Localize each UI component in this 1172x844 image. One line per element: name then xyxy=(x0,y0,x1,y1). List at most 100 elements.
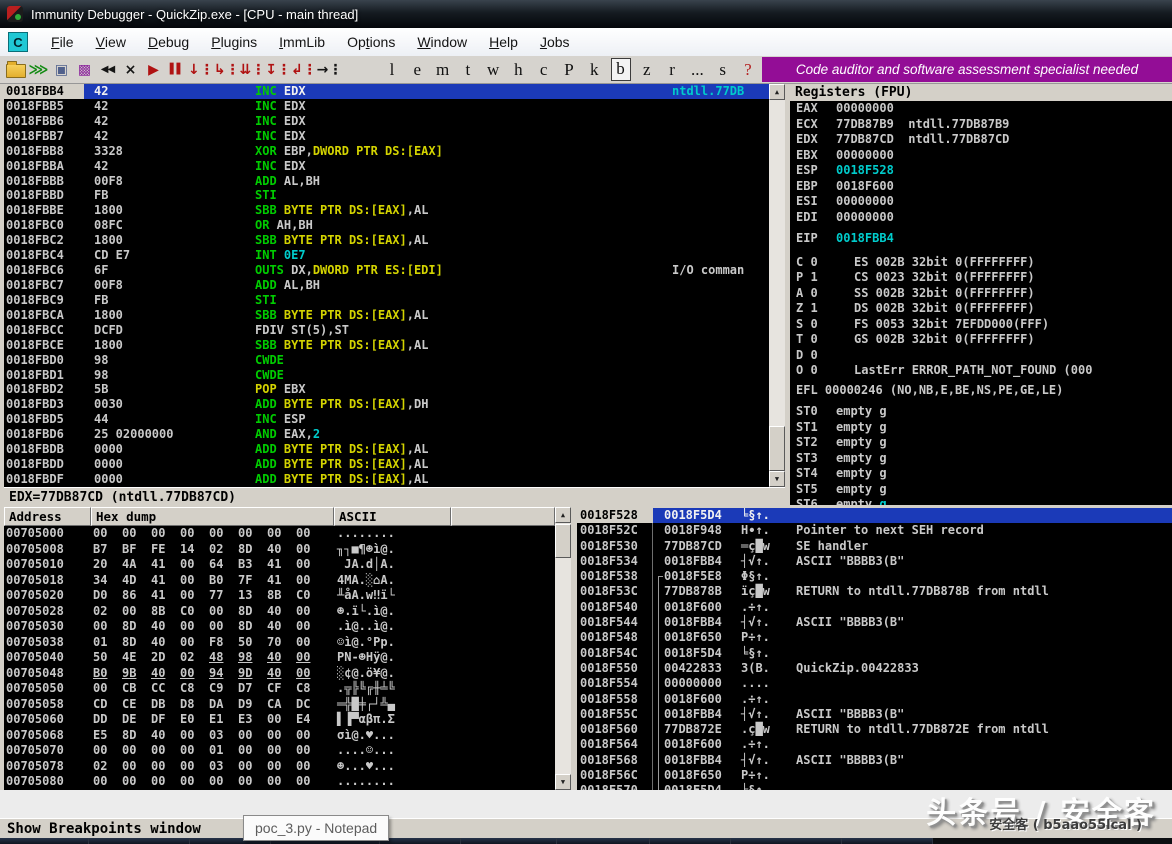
stack-row[interactable]: 0018F5440018FBB4┤√↑.ASCII "BBBB3(B" xyxy=(577,615,1172,630)
disasm-row[interactable]: 0018FBBE1800SBB BYTE PTR DS:[EAX],AL xyxy=(4,203,769,218)
fpu-row[interactable]: ST6empty g xyxy=(790,497,1172,505)
stack-row[interactable]: 0018F5280018F5D4╘§↑. xyxy=(577,508,1172,523)
efl-row[interactable]: EFL 00000246 (NO,NB,E,BE,NS,PE,GE,LE) xyxy=(790,383,1172,399)
stack-row[interactable]: 0018F52C0018F948H∙↑.Pointer to next SEH … xyxy=(577,523,1172,538)
ad-banner[interactable]: Code auditor and software assessment spe… xyxy=(762,57,1172,82)
disasm-row[interactable]: 0018FBC9FBSTI xyxy=(4,293,769,308)
stack-row[interactable]: 0018F55400000000.... xyxy=(577,676,1172,691)
fpu-row[interactable]: ST2empty g xyxy=(790,435,1172,451)
hex-row[interactable]: 007050700000000001000000....☺... xyxy=(4,743,555,759)
animate-into-button[interactable]: ⇊⋮ xyxy=(239,58,265,81)
terminate-button[interactable]: × xyxy=(119,58,142,81)
disassembly-pane[interactable]: 0018FBB442INC EDXntdll.77DB0018FBB542INC… xyxy=(4,84,769,487)
stack-row[interactable]: 0018F53C77DB878Bïç█wRETURN to ntdll.77DB… xyxy=(577,584,1172,599)
taskbar-button[interactable] xyxy=(461,838,557,844)
hex-row[interactable]: 00705068E58D400003000000σì@.♥... xyxy=(4,728,555,744)
letter-button-t[interactable]: t xyxy=(459,60,477,80)
letter-button-z[interactable]: z xyxy=(638,60,656,80)
scroll-down-icon[interactable]: ▼ xyxy=(555,774,571,790)
disasm-row[interactable]: 0018FBB83328XOR EBP,DWORD PTR DS:[EAX] xyxy=(4,144,769,159)
menu-jobs[interactable]: Jobs xyxy=(529,28,581,56)
fpu-row[interactable]: ST1empty g xyxy=(790,420,1172,436)
hex-row[interactable]: 00705008B7BFFE14028D4000╖┐■¶☻ì@. xyxy=(4,542,555,558)
menu-debug[interactable]: Debug xyxy=(137,28,200,56)
register-row[interactable]: EBP0018F600 xyxy=(790,179,1172,195)
disasm-row[interactable]: 0018FBDD0000ADD BYTE PTR DS:[EAX],AL xyxy=(4,457,769,472)
register-row[interactable]: ESP0018F528 xyxy=(790,163,1172,179)
stack-row[interactable]: 0018F5380018F5E8Φ§↑. xyxy=(577,569,1172,584)
fpu-row[interactable]: ST3empty g xyxy=(790,451,1172,467)
stack-row[interactable]: 0018F55C0018FBB4┤√↑.ASCII "BBBB3(B" xyxy=(577,707,1172,722)
registers-pane[interactable]: EAX00000000ECX77DB87B9 ntdll.77DB87B9EDX… xyxy=(790,101,1172,505)
disasm-row[interactable]: 0018FBDF0000ADD BYTE PTR DS:[EAX],AL xyxy=(4,472,769,487)
hex-dump-scrollbar[interactable]: ▲ ▼ xyxy=(555,507,571,790)
letter-button-dots[interactable]: ... xyxy=(688,60,706,80)
disasm-row[interactable]: 0018FBD25BPOP EBX xyxy=(4,382,769,397)
fpu-row[interactable]: ST5empty g xyxy=(790,482,1172,498)
disasm-row[interactable]: 0018FBB742INC EDX xyxy=(4,129,769,144)
stack-row[interactable]: 0018F5400018F600.÷↑. xyxy=(577,600,1172,615)
disasm-row[interactable]: 0018FBC700F8ADD AL,BH xyxy=(4,278,769,293)
disasm-row[interactable]: 0018FBBDFBSTI xyxy=(4,188,769,203)
restore-windows-button[interactable]: ▩ xyxy=(73,58,96,81)
menu-options[interactable]: Options xyxy=(336,28,406,56)
flag-row[interactable]: D 0 xyxy=(790,348,1172,364)
menu-help[interactable]: Help xyxy=(478,28,529,56)
disasm-row[interactable]: 0018FBD544INC ESP xyxy=(4,412,769,427)
pause-button[interactable]: ▌▌ xyxy=(165,58,188,81)
disasm-row[interactable]: 0018FBC008FCOR AH,BH xyxy=(4,218,769,233)
menu-plugins[interactable]: Plugins xyxy=(200,28,268,56)
disasm-row[interactable]: 0018FBCA1800SBB BYTE PTR DS:[EAX],AL xyxy=(4,308,769,323)
scroll-up-icon[interactable]: ▲ xyxy=(555,507,571,523)
stack-row[interactable]: 0018F54C0018F5D4╘§↑. xyxy=(577,646,1172,661)
letter-button-s[interactable]: s xyxy=(714,60,732,80)
disasm-row[interactable]: 0018FBC4CD E7INT 0E7 xyxy=(4,248,769,263)
stack-row[interactable]: 0018F56C0018F650P÷↑. xyxy=(577,768,1172,783)
disasm-row[interactable]: 0018FBBB00F8ADD AL,BH xyxy=(4,174,769,189)
letter-button-w[interactable]: w xyxy=(484,60,502,80)
open-file-button[interactable] xyxy=(4,58,27,81)
stack-row[interactable]: 0018F53077DB87CD═ç█wSE handler xyxy=(577,539,1172,554)
attach-process-button[interactable]: ⋙ xyxy=(27,58,50,81)
disasm-row[interactable]: 0018FBD198CWDE xyxy=(4,368,769,383)
disasm-row[interactable]: 0018FBCE1800SBB BYTE PTR DS:[EAX],AL xyxy=(4,338,769,353)
menu-view[interactable]: View xyxy=(85,28,137,56)
register-row[interactable]: EBX00000000 xyxy=(790,148,1172,164)
hex-row[interactable]: 00705058CDCEDBD8DAD9CADC═╬█╪┌┘╩▄ xyxy=(4,697,555,713)
stack-row[interactable]: 0018F5580018F600.÷↑. xyxy=(577,692,1172,707)
step-over-button[interactable]: ↳⋮ xyxy=(214,58,240,81)
windows-taskbar[interactable] xyxy=(0,838,1172,844)
step-into-button[interactable]: ↓⋮ xyxy=(188,58,214,81)
cpu-window-system-icon[interactable]: C xyxy=(8,32,28,52)
disasm-row[interactable]: 0018FBDB0000ADD BYTE PTR DS:[EAX],AL xyxy=(4,442,769,457)
taskbar-button[interactable] xyxy=(842,838,933,844)
run-button[interactable]: ▶ xyxy=(142,58,165,81)
fpu-row[interactable]: ST4empty g xyxy=(790,466,1172,482)
taskbar-button[interactable] xyxy=(731,838,842,844)
hex-row[interactable]: 007050000000000000000000........ xyxy=(4,526,555,542)
disasm-row[interactable]: 0018FBC21800SBB BYTE PTR DS:[EAX],AL xyxy=(4,233,769,248)
register-row[interactable]: ESI00000000 xyxy=(790,194,1172,210)
stack-row[interactable]: 0018F5340018FBB4┤√↑.ASCII "BBBB3(B" xyxy=(577,554,1172,569)
letter-button-k[interactable]: k xyxy=(585,60,603,80)
go-to-button[interactable]: →⋮ xyxy=(317,58,343,81)
stack-row[interactable]: 0018F5640018F600.÷↑. xyxy=(577,737,1172,752)
hex-row[interactable]: 00705038018D4000F8507000☺ì@.°Pp. xyxy=(4,635,555,651)
menu-file[interactable]: File xyxy=(40,28,85,56)
title-bar[interactable]: Immunity Debugger - QuickZip.exe - [CPU … xyxy=(0,0,1172,28)
stack-row[interactable]: 0018F5480018F650P÷↑. xyxy=(577,630,1172,645)
taskbar-button[interactable] xyxy=(89,838,190,844)
stack-pane[interactable]: 0018F5280018F5D4╘§↑.0018F52C0018F948H∙↑.… xyxy=(577,508,1172,790)
hex-row[interactable]: 007050780200000003000000☻...♥... xyxy=(4,759,555,775)
disasm-row[interactable]: 0018FBB642INC EDX xyxy=(4,114,769,129)
menu-immlib[interactable]: ImmLib xyxy=(268,28,336,56)
disasm-row[interactable]: 0018FBB542INC EDX xyxy=(4,99,769,114)
hex-row[interactable]: 00705010204A410064B34100 JA.d│A. xyxy=(4,557,555,573)
rewind-button[interactable]: ◀◀ xyxy=(96,58,119,81)
taskbar-button[interactable] xyxy=(650,838,731,844)
scrollbar-thumb[interactable] xyxy=(555,524,571,558)
letter-button-m[interactable]: m xyxy=(434,60,452,80)
app-icon[interactable] xyxy=(7,6,23,22)
scrollbar-thumb[interactable] xyxy=(769,426,785,471)
disasm-row[interactable]: 0018FBD098CWDE xyxy=(4,353,769,368)
